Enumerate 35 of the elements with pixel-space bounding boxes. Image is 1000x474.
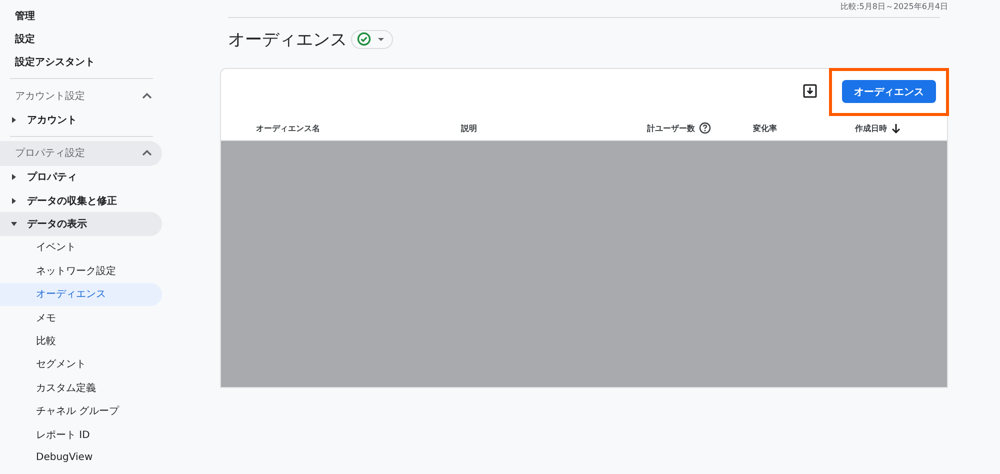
column-header[interactable]: 変化率: [753, 122, 777, 134]
section-header[interactable]: アカウント設定: [0, 83, 162, 108]
download-icon[interactable]: [803, 84, 817, 98]
nav-item[interactable]: オーディエンス: [0, 282, 162, 306]
chevron-icon: [142, 150, 152, 156]
new-audience-button[interactable]: オーディエンス: [842, 80, 936, 103]
nav-item[interactable]: メモ: [0, 306, 162, 330]
column-header[interactable]: オーディエンス名: [256, 122, 320, 134]
nav-item[interactable]: ネットワーク設定: [0, 259, 162, 283]
nav-item[interactable]: データの表示: [0, 212, 162, 236]
nav-item[interactable]: レポート ID: [0, 422, 162, 446]
sort-arrow-icon[interactable]: [891, 122, 901, 134]
nav-item[interactable]: DebugView: [0, 446, 162, 470]
nav-item[interactable]: イベント: [0, 236, 162, 260]
nav-item[interactable]: チャネル グループ: [0, 399, 162, 423]
section-header[interactable]: プロパティ設定: [0, 140, 162, 166]
nav-item[interactable]: 設定アシスタント: [0, 50, 162, 74]
column-header[interactable]: 説明: [461, 122, 477, 134]
status-dropdown[interactable]: [351, 30, 393, 48]
nav-item[interactable]: 比較: [0, 329, 162, 353]
nav-item[interactable]: プロパティ: [0, 166, 162, 189]
caret-icon: [377, 36, 385, 42]
check-circle-icon: [357, 32, 371, 46]
page-title: オーディエンス: [228, 28, 347, 50]
nav-item[interactable]: 管理: [0, 4, 162, 28]
chevron-icon: [142, 92, 152, 99]
nav-item[interactable]: カスタム定義: [0, 376, 162, 400]
nav-item[interactable]: 設定: [0, 27, 162, 51]
nav-item[interactable]: データの収集と修正: [0, 188, 162, 212]
nav-item[interactable]: セグメント: [0, 352, 162, 376]
column-header[interactable]: 作成日時: [855, 122, 887, 134]
column-header[interactable]: 計ユーザー数: [647, 122, 695, 134]
nav-item[interactable]: アカウント: [0, 108, 162, 132]
help-icon[interactable]: [699, 122, 711, 134]
date-range: 比較:5月8日～2025年6月4日: [840, 1, 948, 12]
